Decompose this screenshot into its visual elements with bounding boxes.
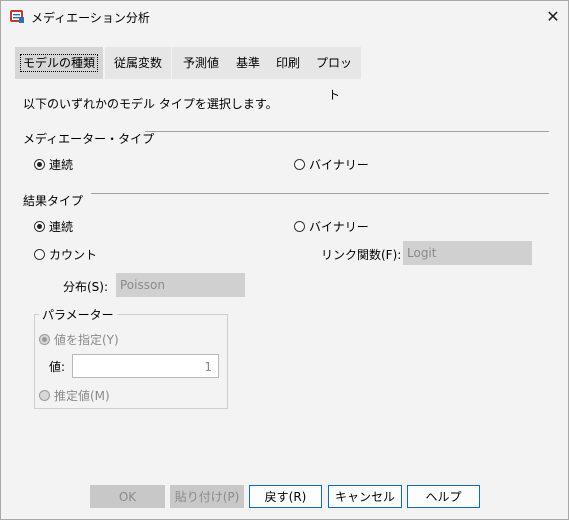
outcome-continuous-radio[interactable]: 連続 [34,218,73,235]
radio-label: 推定値(M) [54,389,110,403]
radio-unselected-icon [34,249,45,260]
paste-button[interactable]: 貼り付け(P) [170,485,244,508]
outcome-count-radio[interactable]: カウント [34,246,97,263]
mediator-continuous-radio[interactable]: 連続 [34,156,73,173]
app-icon [9,8,25,24]
radio-unselected-icon [294,221,305,232]
close-icon[interactable]: ✕ [539,5,567,27]
distribution-label: 分布(S): [63,280,109,294]
value-label: 値: [49,360,66,374]
value-input[interactable]: 1 [72,354,219,378]
reset-button[interactable]: 戻す(R) [249,485,322,508]
radio-selected-icon [39,334,50,345]
ok-button[interactable]: OK [90,485,165,508]
radio-label: カウント [49,248,98,262]
outcome-binary-radio[interactable]: バイナリー [294,218,369,235]
radio-selected-icon [34,221,45,232]
mediator-binary-radio[interactable]: バイナリー [294,156,369,173]
mediator-divider [145,131,549,132]
radio-label: 値を指定(Y) [54,333,119,347]
cancel-button[interactable]: キャンセル [328,485,402,508]
tab-dependent[interactable]: 従属変数 [105,47,171,79]
tab-model-type[interactable]: モデルの種類 [15,47,103,79]
link-function-field[interactable]: Logit [403,241,532,265]
radio-label: バイナリー [309,220,369,234]
tab-predicted[interactable]: 予測値 [172,47,230,79]
tab-plot[interactable]: プロット [307,47,361,102]
radio-label: 連続 [49,158,74,172]
help-button[interactable]: ヘルプ [407,485,480,508]
tab-print[interactable]: 印刷 [267,47,309,79]
mediator-section-label: メディエーター・タイプ [23,132,155,146]
radio-label: 連続 [49,220,74,234]
intro-text: 以下のいずれかのモデル タイプを選択します。 [23,97,278,111]
distribution-field[interactable]: Poisson [116,273,245,297]
dialog-window: メディエーション分析 ✕ モデルの種類 従属変数 予測値 基準 印刷 プロット … [0,0,569,520]
specify-value-radio[interactable]: 値を指定(Y) [39,331,119,348]
radio-unselected-icon [39,390,50,401]
outcome-section-label: 結果タイプ [23,194,84,208]
title-bar: メディエーション分析 ✕ [1,1,568,31]
parameter-group-label: パラメーター [39,306,117,323]
window-title: メディエーション分析 [31,11,150,25]
tab-criteria[interactable]: 基準 [227,47,269,79]
radio-label: バイナリー [309,158,369,172]
estimate-radio[interactable]: 推定値(M) [39,387,110,404]
outcome-divider [91,193,549,194]
link-function-label: リンク関数(F): [321,248,402,262]
radio-unselected-icon [294,159,305,170]
radio-selected-icon [34,159,45,170]
